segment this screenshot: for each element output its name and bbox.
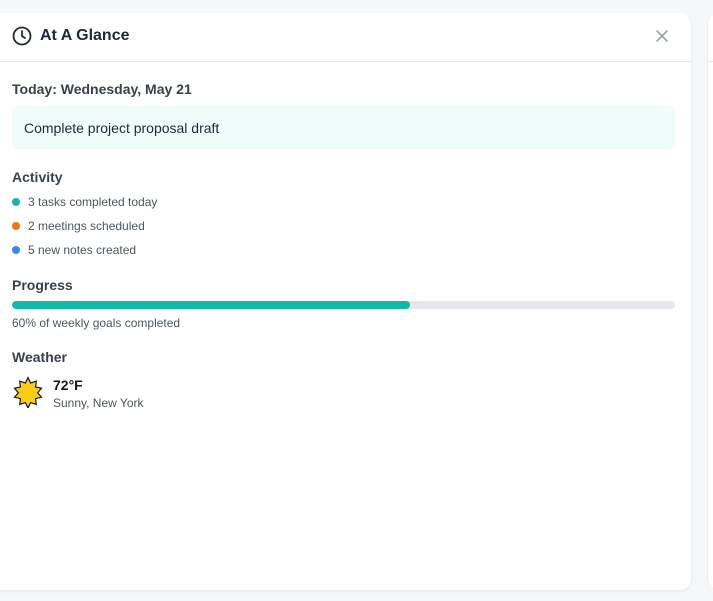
close-icon[interactable]: [653, 27, 671, 45]
sun-icon: [13, 376, 43, 408]
panel-header: At A Glance: [0, 13, 691, 62]
activity-heading: Activity: [12, 169, 63, 185]
weather-heading: Weather: [12, 349, 67, 365]
progress-heading: Progress: [12, 277, 73, 293]
clock-icon: [12, 26, 32, 46]
today-date: Today: Wednesday, May 21: [12, 81, 192, 97]
panel-title: At A Glance: [40, 27, 130, 44]
weather-description: Sunny, New York: [53, 396, 144, 410]
activity-item: 3 tasks completed today: [12, 195, 157, 209]
activity-item-text: 3 tasks completed today: [28, 195, 158, 209]
activity-item: 5 new notes created: [12, 243, 136, 257]
activity-item-text: 5 new notes created: [28, 243, 137, 257]
activity-dot: [12, 222, 20, 230]
activity-item-text: 2 meetings scheduled: [28, 219, 145, 233]
adjacent-panel-divider: [708, 61, 713, 62]
adjacent-panel-edge: [707, 13, 713, 590]
today-task-text: Complete project proposal draft: [24, 120, 220, 136]
weather-temperature: 72°F: [53, 377, 83, 393]
progress-bar: [12, 301, 675, 309]
progress-label: 60% of weekly goals completed: [12, 316, 181, 330]
activity-item: 2 meetings scheduled: [12, 219, 145, 233]
activity-dot: [12, 246, 20, 254]
today-task-card[interactable]: Complete project proposal draft: [12, 106, 675, 149]
activity-dot: [12, 198, 20, 206]
progress-fill: [12, 301, 410, 309]
at-a-glance-panel: At A Glance Today: Wednesday, May 21 Com…: [0, 13, 692, 591]
